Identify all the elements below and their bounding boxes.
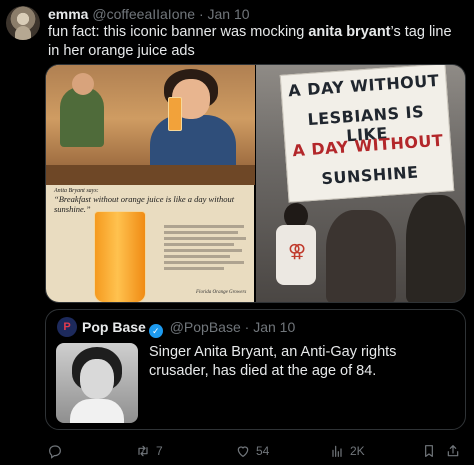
ad-table [46, 165, 255, 185]
quoted-author-avatar [57, 317, 77, 337]
banner-line-1: A DAY WITHOUT [287, 70, 440, 101]
ad-juice-glass-large [94, 211, 146, 302]
ad-body-copy [164, 225, 250, 273]
header-separator: · [198, 6, 204, 22]
author-handle[interactable]: @coffeeaIIaIone [92, 6, 195, 22]
ad-brand: Florida Orange Growers [196, 290, 247, 295]
like-count: 54 [256, 444, 270, 458]
views-count: 2K [350, 444, 365, 458]
protest-banner-image[interactable]: A DAY WITHOUT LESBIANS IS LIKE A DAY WIT… [256, 65, 465, 302]
bookmark-icon [421, 443, 437, 459]
ad-man-head [72, 73, 94, 95]
tweet-header: emma @coffeeaIIaIone · Jan 10 [48, 6, 250, 23]
heart-icon [235, 443, 251, 459]
venus-symbol-icon: ⚢ [288, 241, 307, 261]
bookmark-button[interactable] [421, 441, 437, 461]
share-icon [445, 443, 461, 459]
retweet-button[interactable]: 7 [135, 441, 163, 461]
reply-icon [47, 443, 63, 459]
author-avatar[interactable] [6, 6, 40, 40]
ad-photo [46, 65, 255, 185]
ad-caption-quote: “Breakfast without orange juice is like … [54, 194, 235, 214]
quoted-tweet-header: Pop Base ✓ @PopBase · Jan 10 [82, 319, 295, 338]
retweet-icon [135, 443, 151, 459]
like-button[interactable]: 54 [235, 441, 269, 461]
tweet-text-bold: anita bryant [308, 24, 391, 40]
quoted-tweet-text: Singer Anita Bryant, an Anti-Gay rights … [149, 344, 397, 379]
views-chart-icon [329, 443, 345, 459]
photo-face [80, 359, 114, 399]
verified-badge-icon: ✓ [148, 324, 163, 338]
tweet-timestamp[interactable]: Jan 10 [208, 6, 250, 22]
ad-man-figure [60, 87, 104, 147]
protest-banner: A DAY WITHOUT LESBIANS IS LIKE A DAY WIT… [279, 65, 455, 203]
crowd-right [406, 195, 465, 302]
tweet-media: Anita Bryant says: “Breakfast without or… [45, 64, 466, 303]
quoted-header-separator: · [244, 319, 250, 335]
tweet-text-part: fun fact: this iconic banner was mocking [48, 24, 309, 40]
retweet-count: 7 [156, 444, 163, 458]
tweet-action-bar: 7 54 2K [45, 441, 466, 461]
share-button[interactable] [445, 441, 461, 461]
views-button[interactable]: 2K [329, 441, 365, 461]
ad-juice-glass-small [168, 97, 182, 131]
banner-line-4: SUNSHINE [320, 162, 420, 189]
author-name[interactable]: emma [48, 6, 88, 22]
quoted-tweet[interactable]: Pop Base✓ @PopBase · Jan 10 Singer Anita… [45, 309, 466, 430]
reply-button[interactable] [47, 441, 68, 461]
quoted-author-handle: @PopBase [169, 319, 241, 335]
quoted-tweet-timestamp: Jan 10 [253, 319, 296, 335]
tweet-text: fun fact: this iconic banner was mocking… [48, 23, 466, 61]
photo-shoulders [70, 399, 124, 423]
crowd-middle [326, 210, 396, 302]
ad-caption: Anita Bryant says: “Breakfast without or… [54, 188, 250, 214]
orange-juice-ad-image[interactable]: Anita Bryant says: “Breakfast without or… [46, 65, 255, 302]
quoted-author-name: Pop Base [82, 319, 146, 335]
quoted-tweet-photo [56, 343, 138, 423]
